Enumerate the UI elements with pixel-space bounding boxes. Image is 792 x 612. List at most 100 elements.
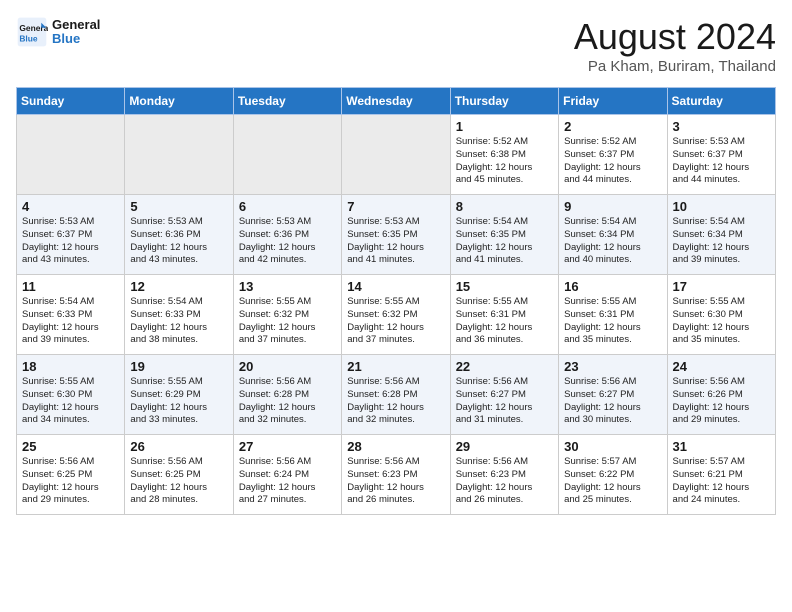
- calendar-cell: 1Sunrise: 5:52 AM Sunset: 6:38 PM Daylig…: [450, 115, 558, 195]
- day-info: Sunrise: 5:56 AM Sunset: 6:24 PM Dayligh…: [239, 456, 336, 507]
- calendar-cell: 11 Sunrise: 5:54 AM Sunset: 6:33 PM Dayli…: [17, 275, 125, 355]
- month-title: August 2024: [574, 16, 776, 58]
- calendar-cell: 27 Sunrise: 5:56 AM Sunset: 6:24 PM Dayli…: [233, 435, 341, 515]
- calendar-week-1: 1Sunrise: 5:52 AM Sunset: 6:38 PM Daylig…: [17, 115, 776, 195]
- day-info: Sunrise: 5:57 AM Sunset: 6:21 PM Dayligh…: [673, 456, 770, 507]
- day-number: 23: [564, 359, 661, 374]
- calendar-week-4: 18 Sunrise: 5:55 AM Sunset: 6:30 PM Dayli…: [17, 355, 776, 435]
- calendar-body: 1Sunrise: 5:52 AM Sunset: 6:38 PM Daylig…: [17, 115, 776, 515]
- calendar-cell: 23 Sunrise: 5:56 AM Sunset: 6:27 PM Dayli…: [559, 355, 667, 435]
- page-header: General Blue General Blue August 2024 Pa…: [16, 16, 776, 75]
- calendar-cell: 21 Sunrise: 5:56 AM Sunset: 6:28 PM Dayli…: [342, 355, 450, 435]
- day-number: 6: [239, 199, 336, 214]
- day-info: Sunrise: 5:55 AM Sunset: 6:30 PM Dayligh…: [673, 296, 770, 347]
- logo-text-blue: Blue: [52, 32, 100, 46]
- day-number: 21: [347, 359, 444, 374]
- logo-text: General: [52, 18, 100, 32]
- day-info: Sunrise: 5:55 AM Sunset: 6:31 PM Dayligh…: [456, 296, 553, 347]
- day-info: Sunrise: 5:56 AM Sunset: 6:27 PM Dayligh…: [456, 376, 553, 427]
- day-number: 22: [456, 359, 553, 374]
- day-info: Sunrise: 5:55 AM Sunset: 6:31 PM Dayligh…: [564, 296, 661, 347]
- calendar-header-friday: Friday: [559, 88, 667, 115]
- day-number: 3: [673, 119, 770, 134]
- calendar-cell: 8Sunrise: 5:54 AM Sunset: 6:35 PM Daylig…: [450, 195, 558, 275]
- calendar-header-monday: Monday: [125, 88, 233, 115]
- day-info: Sunrise: 5:55 AM Sunset: 6:32 PM Dayligh…: [239, 296, 336, 347]
- calendar-cell: 14 Sunrise: 5:55 AM Sunset: 6:32 PM Dayli…: [342, 275, 450, 355]
- day-number: 2: [564, 119, 661, 134]
- day-number: 20: [239, 359, 336, 374]
- calendar-cell: 12 Sunrise: 5:54 AM Sunset: 6:33 PM Dayli…: [125, 275, 233, 355]
- day-number: 17: [673, 279, 770, 294]
- day-number: 16: [564, 279, 661, 294]
- calendar-cell: 3 Sunrise: 5:53 AM Sunset: 6:37 PM Daylig…: [667, 115, 775, 195]
- day-info: Sunrise: 5:53 AM Sunset: 6:36 PM Dayligh…: [239, 216, 336, 267]
- calendar-header-sunday: Sunday: [17, 88, 125, 115]
- day-info: Sunrise: 5:52 AM Sunset: 6:37 PM Dayligh…: [564, 136, 661, 187]
- calendar-cell: 31 Sunrise: 5:57 AM Sunset: 6:21 PM Dayli…: [667, 435, 775, 515]
- logo-icon: General Blue: [16, 16, 48, 48]
- day-number: 18: [22, 359, 119, 374]
- calendar-cell: 20 Sunrise: 5:56 AM Sunset: 6:28 PM Dayli…: [233, 355, 341, 435]
- day-info: Sunrise: 5:55 AM Sunset: 6:32 PM Dayligh…: [347, 296, 444, 347]
- calendar-week-3: 11 Sunrise: 5:54 AM Sunset: 6:33 PM Dayli…: [17, 275, 776, 355]
- calendar-cell: [125, 115, 233, 195]
- day-number: 13: [239, 279, 336, 294]
- day-info: Sunrise: 5:54 AM Sunset: 6:33 PM Dayligh…: [130, 296, 227, 347]
- calendar-cell: [233, 115, 341, 195]
- day-number: 11: [22, 279, 119, 294]
- calendar-header-wednesday: Wednesday: [342, 88, 450, 115]
- day-info: Sunrise: 5:55 AM Sunset: 6:30 PM Dayligh…: [22, 376, 119, 427]
- day-info: Sunrise: 5:54 AM Sunset: 6:34 PM Dayligh…: [673, 216, 770, 267]
- calendar-week-2: 4Sunrise: 5:53 AM Sunset: 6:37 PM Daylig…: [17, 195, 776, 275]
- logo: General Blue General Blue: [16, 16, 100, 48]
- day-info: Sunrise: 5:53 AM Sunset: 6:35 PM Dayligh…: [347, 216, 444, 267]
- day-info: Sunrise: 5:56 AM Sunset: 6:25 PM Dayligh…: [22, 456, 119, 507]
- day-number: 28: [347, 439, 444, 454]
- day-info: Sunrise: 5:56 AM Sunset: 6:28 PM Dayligh…: [347, 376, 444, 427]
- calendar-cell: [342, 115, 450, 195]
- calendar-cell: 25 Sunrise: 5:56 AM Sunset: 6:25 PM Dayli…: [17, 435, 125, 515]
- calendar-cell: 2 Sunrise: 5:52 AM Sunset: 6:37 PM Daylig…: [559, 115, 667, 195]
- day-number: 12: [130, 279, 227, 294]
- day-number: 10: [673, 199, 770, 214]
- day-info: Sunrise: 5:55 AM Sunset: 6:29 PM Dayligh…: [130, 376, 227, 427]
- day-info: Sunrise: 5:56 AM Sunset: 6:26 PM Dayligh…: [673, 376, 770, 427]
- calendar-cell: 17 Sunrise: 5:55 AM Sunset: 6:30 PM Dayli…: [667, 275, 775, 355]
- day-number: 24: [673, 359, 770, 374]
- calendar-header-tuesday: Tuesday: [233, 88, 341, 115]
- day-info: Sunrise: 5:53 AM Sunset: 6:37 PM Dayligh…: [673, 136, 770, 187]
- calendar-table: SundayMondayTuesdayWednesdayThursdayFrid…: [16, 87, 776, 515]
- calendar-cell: 16 Sunrise: 5:55 AM Sunset: 6:31 PM Dayli…: [559, 275, 667, 355]
- day-number: 19: [130, 359, 227, 374]
- day-info: Sunrise: 5:56 AM Sunset: 6:27 PM Dayligh…: [564, 376, 661, 427]
- calendar-cell: 29 Sunrise: 5:56 AM Sunset: 6:23 PM Dayli…: [450, 435, 558, 515]
- day-info: Sunrise: 5:57 AM Sunset: 6:22 PM Dayligh…: [564, 456, 661, 507]
- day-info: Sunrise: 5:52 AM Sunset: 6:38 PM Dayligh…: [456, 136, 553, 187]
- day-number: 9: [564, 199, 661, 214]
- day-number: 30: [564, 439, 661, 454]
- location: Pa Kham, Buriram, Thailand: [574, 58, 776, 75]
- calendar-cell: 10 Sunrise: 5:54 AM Sunset: 6:34 PM Dayli…: [667, 195, 775, 275]
- day-number: 5: [130, 199, 227, 214]
- calendar-cell: 5Sunrise: 5:53 AM Sunset: 6:36 PM Daylig…: [125, 195, 233, 275]
- day-number: 27: [239, 439, 336, 454]
- calendar-cell: 26Sunrise: 5:56 AM Sunset: 6:25 PM Dayli…: [125, 435, 233, 515]
- day-info: Sunrise: 5:54 AM Sunset: 6:34 PM Dayligh…: [564, 216, 661, 267]
- calendar-cell: 22 Sunrise: 5:56 AM Sunset: 6:27 PM Dayli…: [450, 355, 558, 435]
- day-info: Sunrise: 5:56 AM Sunset: 6:23 PM Dayligh…: [456, 456, 553, 507]
- calendar-cell: 15Sunrise: 5:55 AM Sunset: 6:31 PM Dayli…: [450, 275, 558, 355]
- calendar-cell: 28 Sunrise: 5:56 AM Sunset: 6:23 PM Dayli…: [342, 435, 450, 515]
- day-number: 31: [673, 439, 770, 454]
- svg-text:General: General: [19, 23, 48, 33]
- day-number: 29: [456, 439, 553, 454]
- day-info: Sunrise: 5:54 AM Sunset: 6:33 PM Dayligh…: [22, 296, 119, 347]
- calendar-cell: 9 Sunrise: 5:54 AM Sunset: 6:34 PM Daylig…: [559, 195, 667, 275]
- calendar-cell: 6 Sunrise: 5:53 AM Sunset: 6:36 PM Daylig…: [233, 195, 341, 275]
- calendar-cell: [17, 115, 125, 195]
- day-info: Sunrise: 5:56 AM Sunset: 6:28 PM Dayligh…: [239, 376, 336, 427]
- day-number: 4: [22, 199, 119, 214]
- day-number: 14: [347, 279, 444, 294]
- day-number: 25: [22, 439, 119, 454]
- day-info: Sunrise: 5:56 AM Sunset: 6:23 PM Dayligh…: [347, 456, 444, 507]
